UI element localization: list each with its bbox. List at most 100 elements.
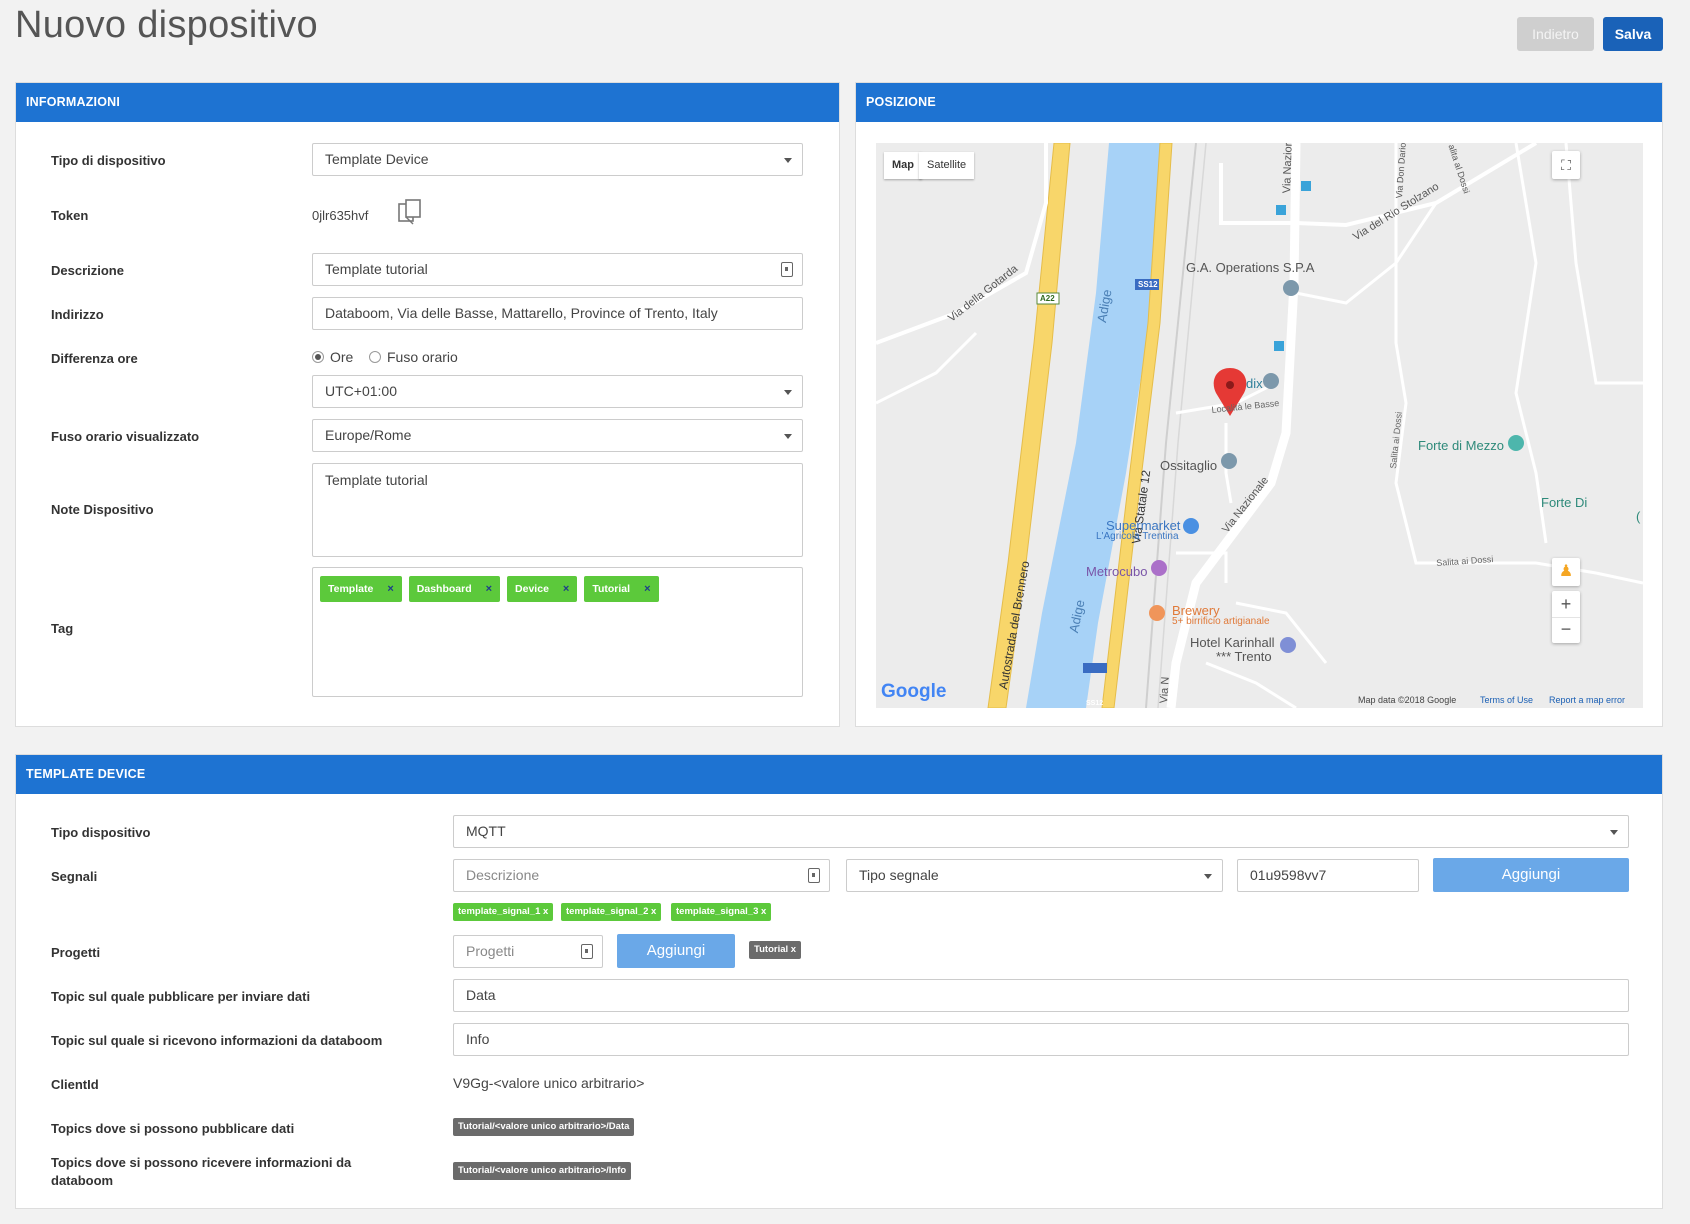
signals-label: Segnali (51, 869, 98, 884)
token-value: 0jlr635hvf (312, 208, 369, 223)
tag-remove-icon[interactable]: × (644, 583, 650, 595)
tz-display-label: Fuso orario visualizzato (51, 429, 200, 444)
signal-tag[interactable]: template_signal_1 x (453, 903, 554, 921)
template-card-header: TEMPLATE DEVICE (16, 755, 1662, 794)
signal-type-select[interactable]: Tipo segnale (846, 859, 1223, 892)
projects-input[interactable]: Progetti (453, 935, 603, 968)
radio-hours[interactable]: Ore (312, 349, 353, 365)
topics-receive-tag: Tutorial/<valore unico arbitrario>/Info (453, 1162, 632, 1180)
map-label-metrocubo: Metrocubo (1086, 564, 1148, 579)
utc-select[interactable]: UTC+01:00 (312, 375, 803, 408)
tz-display-select[interactable]: Europe/Rome (312, 419, 803, 452)
radio-timezone[interactable]: Fuso orario (369, 349, 458, 365)
project-tag[interactable]: Tutorial x (749, 941, 802, 959)
back-button[interactable]: Indietro (1517, 17, 1594, 51)
tag-label: Tag (51, 621, 74, 636)
tag-input[interactable]: Template × Dashboard × Device × Tutorial × (312, 567, 803, 697)
signal-id-value: 01u9598vv7 (1250, 867, 1327, 883)
map-tab[interactable]: Map (884, 152, 922, 179)
topics-receive-label-line1: Topics dove si possono ricevere informaz… (51, 1155, 352, 1170)
address-value: Databoom, Via delle Basse, Mattarello, P… (325, 305, 718, 321)
topic-receive-input[interactable]: Info (453, 1023, 1629, 1056)
radio-hours-dot[interactable] (312, 351, 324, 363)
signal-tag[interactable]: template_signal_2 x (561, 903, 662, 921)
position-card-header: POSIZIONE (856, 83, 1662, 122)
position-card: POSIZIONE Map Satellite ⛶ ♟ + − Via Nazi… (855, 82, 1663, 727)
add-signal-button[interactable]: Aggiungi (1433, 858, 1629, 892)
address-input[interactable]: Databoom, Via delle Basse, Mattarello, P… (312, 297, 803, 330)
tag-text: Template (328, 583, 374, 595)
field-info-icon (781, 262, 793, 277)
zoom-control: + − (1552, 591, 1580, 643)
map-label-ga-ops: G.A. Operations S.P.A (1186, 260, 1315, 275)
tag-remove-icon[interactable]: x (761, 906, 766, 917)
radio-timezone-dot[interactable] (369, 351, 381, 363)
signal-tag-text: template_signal_1 (458, 906, 541, 917)
chevron-down-icon (784, 434, 792, 439)
signal-type-placeholder: Tipo segnale (859, 867, 939, 883)
map-label-via-nazior: Via Nazior (1281, 143, 1295, 194)
fullscreen-icon[interactable]: ⛶ (1552, 151, 1580, 179)
google-logo: Google (881, 681, 947, 702)
signal-description-placeholder: Descrizione (466, 867, 540, 883)
client-id-label: ClientId (51, 1077, 99, 1092)
description-label: Descrizione (51, 263, 124, 278)
signal-description-input[interactable]: Descrizione (453, 859, 830, 892)
signal-tag-text: template_signal_2 (566, 906, 649, 917)
tag-item[interactable]: Template × (320, 576, 402, 602)
tz-display-value: Europe/Rome (325, 427, 412, 443)
zoom-in-button[interactable]: + (1552, 591, 1580, 617)
terms-link[interactable]: Terms of Use (1480, 695, 1533, 705)
pegman-icon[interactable]: ♟ (1552, 558, 1580, 586)
tag-remove-icon[interactable]: x (651, 906, 656, 917)
tag-remove-icon[interactable]: × (387, 583, 393, 595)
map-label-dix: dix (1246, 376, 1263, 391)
map-label-a22: A22 (1040, 294, 1055, 303)
zoom-out-button[interactable]: − (1552, 617, 1580, 643)
map[interactable]: Map Satellite ⛶ ♟ + − Via Nazior Via Don… (876, 143, 1643, 708)
utc-value: UTC+01:00 (325, 383, 397, 399)
map-label-karinhall: Hotel Karinhall (1190, 635, 1275, 650)
topic-publish-input[interactable]: Data (453, 979, 1629, 1012)
tag-text: Dashboard (416, 583, 472, 595)
map-label-forte-di-paren: ( (1636, 509, 1641, 524)
map-label-trento: *** Trento (1216, 649, 1272, 664)
topic-receive-label: Topic sul quale si ricevono informazioni… (51, 1033, 383, 1048)
template-card: TEMPLATE DEVICE Tipo dispositivo MQTT Se… (15, 754, 1663, 1209)
report-link[interactable]: Report a map error (1549, 695, 1625, 705)
map-label-forte-mezzo: Forte di Mezzo (1418, 438, 1504, 453)
chevron-down-icon (1610, 830, 1618, 835)
page-title: Nuovo dispositivo (15, 4, 318, 46)
topic-receive-value: Info (466, 1031, 490, 1047)
satellite-tab[interactable]: Satellite (919, 152, 975, 179)
notes-label: Note Dispositivo (51, 502, 154, 517)
device-type-select[interactable]: Template Device (312, 143, 803, 176)
signal-tag[interactable]: template_signal_3 x (671, 903, 772, 921)
tpl-device-type-select[interactable]: MQTT (453, 815, 1629, 848)
tag-remove-icon[interactable]: × (563, 583, 569, 595)
tag-remove-icon[interactable]: × (486, 583, 492, 595)
project-tag-text: Tutorial (754, 944, 789, 955)
tag-item[interactable]: Dashboard × (408, 576, 501, 602)
device-type-value: Template Device (325, 151, 429, 167)
tag-item[interactable]: Device × (507, 576, 578, 602)
time-diff-label: Differenza ore (51, 351, 138, 366)
projects-label: Progetti (51, 945, 101, 960)
topics-receive-label-line2: databoom (51, 1173, 114, 1188)
notes-textarea[interactable]: Template tutorial (312, 463, 803, 557)
signal-id-input[interactable]: 01u9598vv7 (1237, 859, 1419, 892)
copy-icon[interactable] (396, 198, 424, 226)
device-type-label: Tipo di dispositivo (51, 153, 166, 168)
tag-remove-icon[interactable]: x (543, 906, 548, 917)
map-label-agricola: L'Agricola Trentina (1096, 531, 1179, 542)
add-project-button[interactable]: Aggiungi (617, 934, 735, 968)
tpl-device-type-label: Tipo dispositivo (51, 825, 151, 840)
tag-remove-icon[interactable]: x (791, 944, 796, 955)
description-input[interactable]: Template tutorial (312, 253, 803, 286)
tag-text: Tutorial (592, 583, 631, 595)
radio-timezone-label: Fuso orario (387, 349, 458, 365)
tag-item[interactable]: Tutorial × (584, 576, 659, 602)
save-button[interactable]: Salva (1603, 17, 1663, 51)
tpl-device-type-value: MQTT (466, 823, 506, 839)
projects-placeholder: Progetti (466, 943, 515, 959)
